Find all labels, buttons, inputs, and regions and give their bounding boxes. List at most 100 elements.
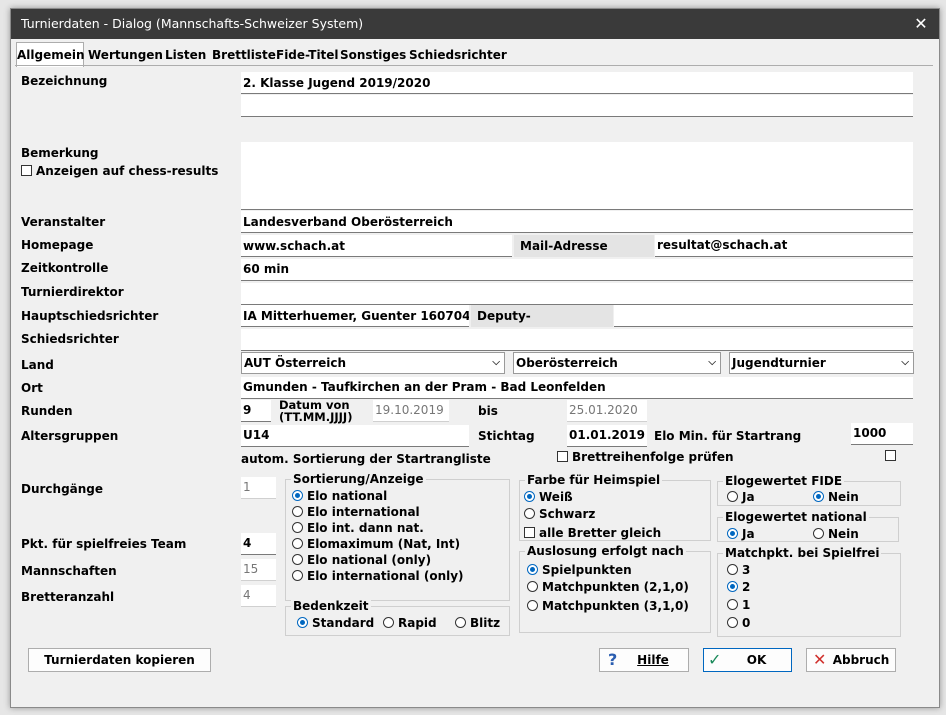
label-bezeichnung: Bezeichnung: [21, 74, 108, 88]
label-durchgaenge: Durchgänge: [21, 482, 104, 496]
radio-icon: [727, 564, 738, 575]
durchgaenge-input[interactable]: 1: [241, 477, 276, 499]
bezeichnung2-input[interactable]: [241, 95, 913, 117]
radio-matchpkt-3[interactable]: 3: [727, 563, 750, 577]
radio-spielpunkten[interactable]: Spielpunkten: [527, 563, 632, 577]
radio-elo-int-dann-nat[interactable]: Elo int. dann nat.: [292, 521, 424, 535]
radio-elo-national[interactable]: Elo national: [292, 489, 387, 503]
radio-matchpunkten-210[interactable]: Matchpunkten (2,1,0): [527, 580, 689, 594]
radio-icon: [527, 581, 538, 592]
radio-weiss[interactable]: Weiß: [524, 490, 573, 504]
option-label: Elo international: [307, 505, 420, 519]
radio-elo-international[interactable]: Elo international: [292, 505, 420, 519]
abbruch-button[interactable]: ✕ Abbruch: [806, 648, 896, 672]
label-altersgruppen: Altersgruppen: [21, 429, 119, 443]
autom-sort-checkbox[interactable]: [885, 449, 900, 463]
radio-matchpunkten-310[interactable]: Matchpunkten (3,1,0): [527, 599, 689, 613]
radio-icon: [727, 599, 738, 610]
anzeigen-checkbox[interactable]: Anzeigen auf chess-results: [21, 164, 218, 178]
deputy-input[interactable]: [614, 305, 913, 327]
schiedsrichter-input[interactable]: [241, 329, 913, 351]
radio-matchpkt-2[interactable]: 2: [727, 580, 750, 594]
option-label: Ja: [742, 490, 755, 504]
elo-fide-title: Elogewertet FIDE: [723, 474, 845, 488]
tab-schiedsrichter[interactable]: Schiedsrichter: [409, 46, 507, 66]
datum-bis-input[interactable]: 25.01.2020: [567, 400, 647, 422]
stichtag-input[interactable]: 01.01.2019: [567, 425, 647, 447]
hilfe-button[interactable]: ? Hilfe: [599, 648, 689, 672]
tab-allgemein[interactable]: Allgemein: [16, 42, 85, 67]
tab-sonstiges[interactable]: Sonstiges: [340, 46, 406, 66]
label-runden: Runden: [21, 404, 73, 418]
radio-selected-icon: [292, 490, 303, 501]
radio-matchpkt-1[interactable]: 1: [727, 598, 750, 612]
tab-wertungen[interactable]: Wertungen: [88, 46, 163, 66]
radio-fide-nein[interactable]: Nein: [813, 490, 859, 504]
check-icon: ✓: [708, 650, 722, 669]
checkbox-icon: [885, 450, 896, 461]
option-label: Elo international (only): [307, 569, 464, 583]
bretteranzahl-input[interactable]: 4: [241, 585, 276, 607]
elo-min-input[interactable]: 1000: [851, 423, 913, 445]
option-label: Standard: [312, 616, 375, 630]
homepage-input[interactable]: www.schach.at: [241, 235, 512, 257]
option-label: Matchpunkten (3,1,0): [542, 599, 689, 613]
radio-elomaximum[interactable]: Elomaximum (Nat, Int): [292, 537, 460, 551]
pkt-spielfrei-input[interactable]: 4: [241, 533, 276, 555]
radio-icon: [292, 570, 303, 581]
turnierdirektor-input[interactable]: [241, 283, 913, 305]
radio-elo-international-only[interactable]: Elo international (only): [292, 569, 464, 583]
radio-fide-ja[interactable]: Ja: [727, 490, 755, 504]
radio-icon: [813, 528, 824, 539]
radio-schwarz[interactable]: Schwarz: [524, 507, 595, 521]
tab-fide-titel[interactable]: Fide-Titel: [276, 46, 339, 66]
zeitkontrolle-input[interactable]: 60 min: [241, 259, 913, 281]
tab-brettliste[interactable]: Brettliste: [212, 46, 276, 66]
region-select[interactable]: Oberösterreich ⌵: [513, 352, 721, 374]
auslosung-title: Auslosung erfolgt nach: [525, 544, 686, 558]
option-label: Nein: [828, 490, 859, 504]
radio-matchpkt-0[interactable]: 0: [727, 616, 750, 630]
matchpkt-title: Matchpkt. bei Spielfrei: [723, 546, 882, 560]
close-icon[interactable]: ✕: [903, 9, 939, 39]
chevron-down-icon: ⌵: [901, 357, 909, 368]
bezeichnung-input[interactable]: 2. Klasse Jugend 2019/2020: [241, 72, 913, 94]
option-label: 2: [742, 580, 751, 594]
radio-selected-icon: [527, 564, 538, 575]
anzeigen-label: Anzeigen auf chess-results: [36, 164, 219, 178]
ort-input[interactable]: Gmunden - Taufkirchen an der Pram - Bad …: [241, 377, 913, 399]
label-elo-min: Elo Min. für Startrang: [654, 429, 802, 443]
runden-input[interactable]: 9: [241, 400, 271, 422]
datum-von-input[interactable]: 19.10.2019: [373, 400, 449, 422]
radio-national-nein[interactable]: Nein: [813, 527, 859, 541]
option-label: Elomaximum (Nat, Int): [307, 537, 461, 551]
label-mannschaften: Mannschaften: [21, 564, 117, 578]
veranstalter-input[interactable]: Landesverband Oberösterreich: [241, 211, 913, 233]
radio-rapid[interactable]: Rapid: [383, 616, 437, 630]
mannschaften-input[interactable]: 15: [241, 559, 276, 581]
label-bemerkung: Bemerkung: [21, 146, 99, 160]
radio-national-ja[interactable]: Ja: [727, 527, 755, 541]
farbe-title: Farbe für Heimspiel: [525, 473, 663, 487]
ok-button[interactable]: ✓ OK: [703, 648, 792, 672]
bemerkung-textarea[interactable]: [241, 142, 913, 210]
tab-listen[interactable]: Listen: [165, 46, 206, 66]
dialog-window: Turnierdaten - Dialog (Mannschafts-Schwe…: [10, 8, 940, 708]
label-pkt-spielfrei: Pkt. für spielfreies Team: [21, 537, 187, 551]
turnierdaten-kopieren-button[interactable]: Turnierdaten kopieren: [28, 648, 211, 672]
mail-input[interactable]: resultat@schach.at: [655, 235, 913, 257]
turniertyp-select[interactable]: Jugendturnier ⌵: [729, 352, 914, 374]
land-select[interactable]: AUT Österreich ⌵: [241, 352, 505, 374]
altersgruppen-input[interactable]: U14: [241, 425, 469, 447]
hauptschiedsrichter-input[interactable]: IA Mitterhuemer, Guenter 1607049: [241, 305, 469, 327]
radio-elo-national-only[interactable]: Elo national (only): [292, 553, 431, 567]
radio-icon: [292, 554, 303, 565]
radio-icon: [524, 508, 535, 519]
alle-bretter-checkbox[interactable]: alle Bretter gleich: [524, 526, 661, 540]
radio-icon: [292, 522, 303, 533]
brettreihenfolge-checkbox[interactable]: Brettreihenfolge prüfen: [557, 450, 734, 464]
radio-standard[interactable]: Standard: [297, 616, 374, 630]
cancel-icon: ✕: [813, 650, 827, 669]
label-datum-von: Datum von (TT.MM.JJJJ): [279, 399, 352, 423]
radio-blitz[interactable]: Blitz: [455, 616, 500, 630]
